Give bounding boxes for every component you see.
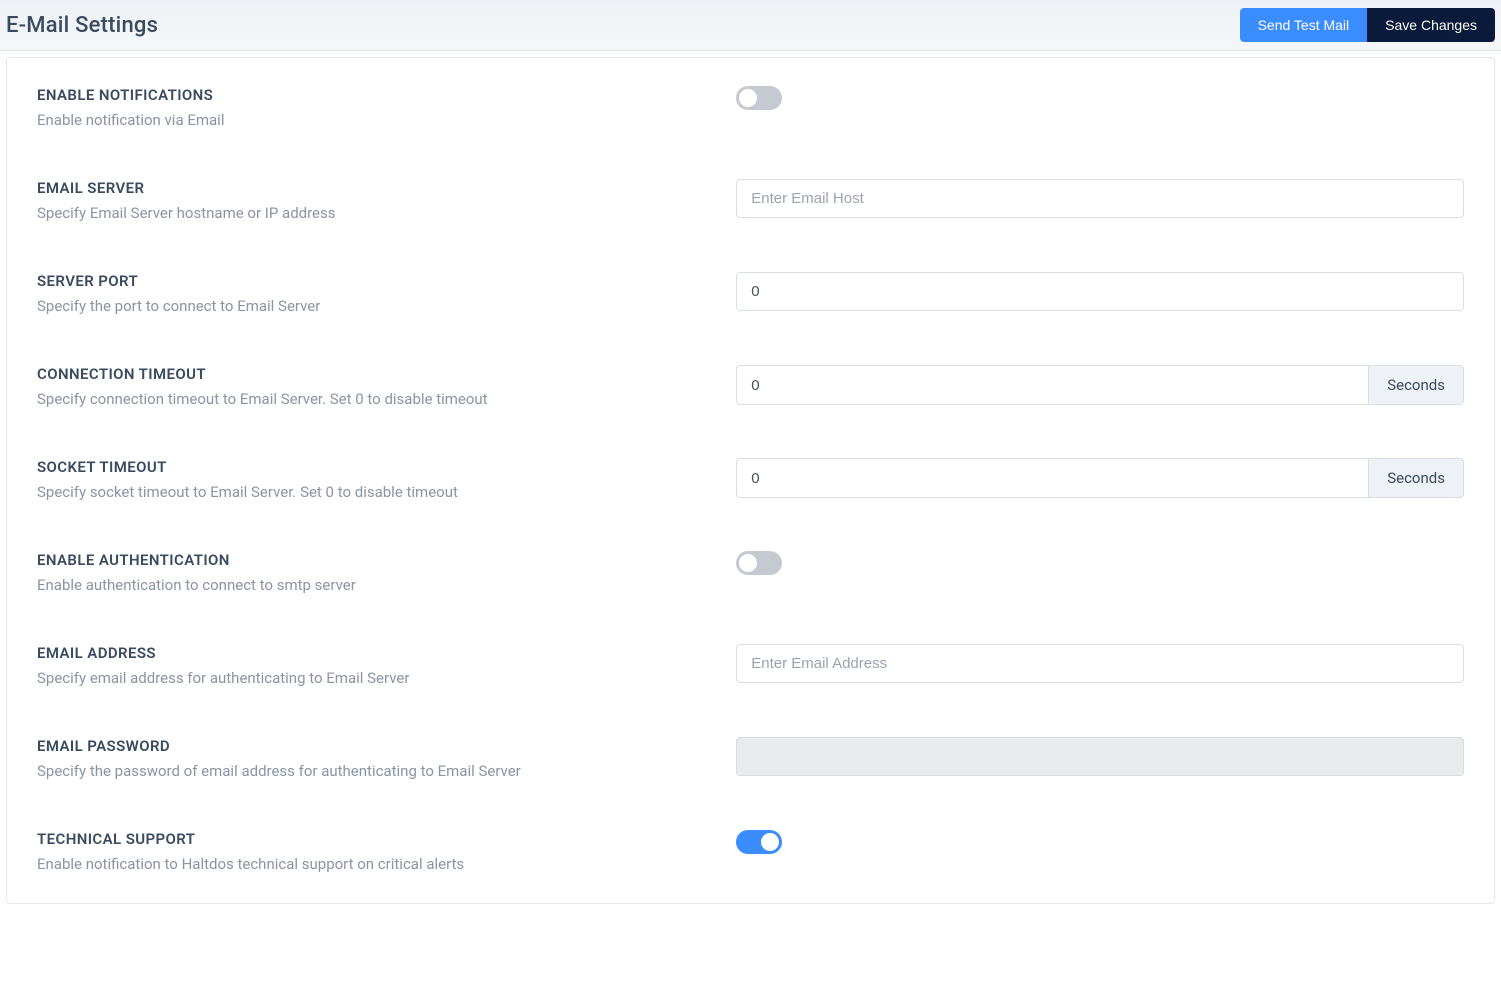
desc-technical-support: Enable notification to Haltdos technical… [37, 854, 716, 875]
label-enable-notifications: ENABLE NOTIFICATIONS [37, 86, 716, 104]
email-server-input[interactable] [736, 179, 1464, 218]
send-test-mail-button[interactable]: Send Test Mail [1240, 8, 1368, 42]
label-email-server: EMAIL SERVER [37, 179, 716, 197]
row-server-port: SERVER PORT Specify the port to connect … [37, 272, 1464, 317]
settings-panel: ENABLE NOTIFICATIONS Enable notification… [6, 57, 1495, 904]
row-enable-auth: ENABLE AUTHENTICATION Enable authenticat… [37, 551, 1464, 596]
toggle-slider-icon [736, 551, 782, 575]
email-address-input[interactable] [736, 644, 1464, 683]
page-header: E-Mail Settings Send Test Mail Save Chan… [0, 0, 1501, 51]
desc-socket-timeout: Specify socket timeout to Email Server. … [37, 482, 716, 503]
row-enable-notifications: ENABLE NOTIFICATIONS Enable notification… [37, 86, 1464, 131]
desc-email-address: Specify email address for authenticating… [37, 668, 716, 689]
toggle-slider-icon [736, 830, 782, 854]
toggle-enable-auth[interactable] [736, 551, 782, 575]
server-port-input[interactable] [736, 272, 1464, 311]
label-email-address: EMAIL ADDRESS [37, 644, 716, 662]
row-email-password: EMAIL PASSWORD Specify the password of e… [37, 737, 1464, 782]
connection-timeout-unit: Seconds [1368, 365, 1464, 405]
email-password-input[interactable] [736, 737, 1464, 776]
label-enable-auth: ENABLE AUTHENTICATION [37, 551, 716, 569]
page-title: E-Mail Settings [6, 13, 158, 38]
socket-timeout-group: Seconds [736, 458, 1464, 498]
row-connection-timeout: CONNECTION TIMEOUT Specify connection ti… [37, 365, 1464, 410]
socket-timeout-unit: Seconds [1368, 458, 1464, 498]
label-technical-support: TECHNICAL SUPPORT [37, 830, 716, 848]
connection-timeout-input[interactable] [736, 365, 1368, 405]
row-email-address: EMAIL ADDRESS Specify email address for … [37, 644, 1464, 689]
header-actions: Send Test Mail Save Changes [1240, 8, 1495, 42]
desc-server-port: Specify the port to connect to Email Ser… [37, 296, 716, 317]
toggle-enable-notifications[interactable] [736, 86, 782, 110]
desc-connection-timeout: Specify connection timeout to Email Serv… [37, 389, 716, 410]
save-changes-button[interactable]: Save Changes [1367, 8, 1495, 42]
desc-enable-notifications: Enable notification via Email [37, 110, 716, 131]
desc-enable-auth: Enable authentication to connect to smtp… [37, 575, 716, 596]
row-email-server: EMAIL SERVER Specify Email Server hostna… [37, 179, 1464, 224]
label-connection-timeout: CONNECTION TIMEOUT [37, 365, 716, 383]
toggle-technical-support[interactable] [736, 830, 782, 854]
socket-timeout-input[interactable] [736, 458, 1368, 498]
label-email-password: EMAIL PASSWORD [37, 737, 716, 755]
toggle-slider-icon [736, 86, 782, 110]
row-socket-timeout: SOCKET TIMEOUT Specify socket timeout to… [37, 458, 1464, 503]
connection-timeout-group: Seconds [736, 365, 1464, 405]
label-socket-timeout: SOCKET TIMEOUT [37, 458, 716, 476]
label-server-port: SERVER PORT [37, 272, 716, 290]
desc-email-server: Specify Email Server hostname or IP addr… [37, 203, 716, 224]
row-technical-support: TECHNICAL SUPPORT Enable notification to… [37, 830, 1464, 875]
desc-email-password: Specify the password of email address fo… [37, 761, 716, 782]
